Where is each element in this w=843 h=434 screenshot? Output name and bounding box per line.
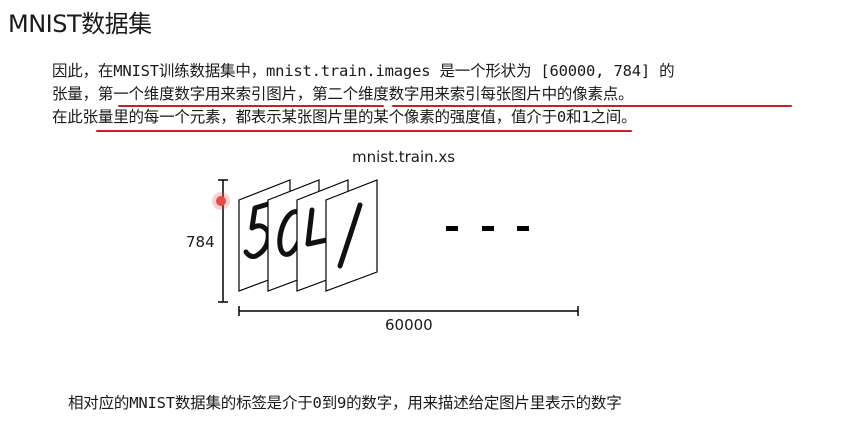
laser-pointer-icon (216, 196, 226, 206)
digit-image-card-1 (325, 179, 378, 292)
tensor-diagram (218, 179, 579, 316)
ellipsis-dashes (446, 226, 529, 231)
tensor-figure: mnist.train.xs 784 60000 (0, 0, 843, 434)
figure-title: mnist.train.xs (352, 148, 456, 166)
horizontal-dimension-label: 60000 (385, 316, 433, 334)
footer-caption: 相对应的MNIST数据集的标签是介于0到9的数字，用来描述给定图片里表示的数字 (68, 394, 622, 412)
vertical-dimension-label: 784 (186, 233, 215, 251)
horizontal-dimension-line (238, 306, 579, 316)
